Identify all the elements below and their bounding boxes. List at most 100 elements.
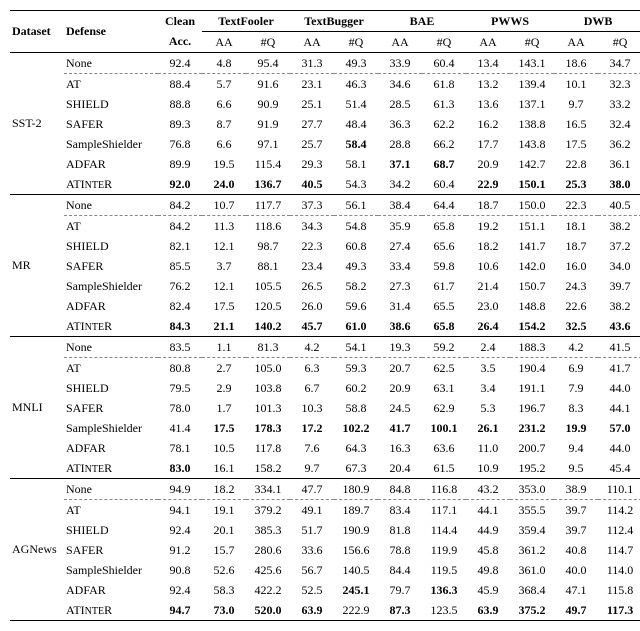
table-cell: 40.0 [554,560,598,580]
table-cell: SampleShielder [64,276,158,296]
table-cell: 16.2 [466,114,510,134]
table-cell: 49.3 [334,256,378,276]
table-cell: 23.4 [290,256,334,276]
table-cell: 33.4 [378,256,422,276]
table-cell: 65.8 [422,316,466,337]
table-cell: 18.7 [554,236,598,256]
table-cell: 112.4 [598,520,640,540]
table-cell: 20.7 [378,358,422,379]
table-row: ATINTER84.321.1140.245.761.038.665.826.4… [10,316,640,337]
table-cell: 66.2 [422,134,466,154]
table-cell: 116.8 [422,479,466,500]
table-cell: 44.9 [466,520,510,540]
table-cell: 84.3 [158,316,202,337]
table-cell: 32.3 [598,74,640,95]
table-cell: 84.2 [158,216,202,237]
sub-nq: #Q [422,32,466,53]
table-cell: 18.7 [466,195,510,216]
table-cell: 56.1 [334,195,378,216]
table-cell: 10.1 [554,74,598,95]
table-row: SAFER91.215.7280.633.6156.678.8119.945.8… [10,540,640,560]
table-cell: 9.5 [554,458,598,479]
col-dataset: Dataset [10,11,64,53]
table-cell: SHIELD [64,236,158,256]
table-cell: 76.8 [158,134,202,154]
table-cell: 94.9 [158,479,202,500]
table-row: MNLINone83.51.181.34.254.119.359.22.4188… [10,337,640,358]
table-cell: 61.0 [334,316,378,337]
table-cell: 151.1 [510,216,554,237]
table-cell: 19.3 [378,337,422,358]
table-row: SampleShielder76.86.697.125.758.428.866.… [10,134,640,154]
table-cell: 115.8 [598,580,640,600]
table-cell: 100.1 [422,418,466,438]
col-textfooler: TextFooler [202,11,290,32]
table-cell: SHIELD [64,94,158,114]
table-cell: 114.4 [422,520,466,540]
table-row: SAFER78.01.7101.310.358.824.562.95.3196.… [10,398,640,418]
table-cell: 38.9 [554,479,598,500]
table-cell: SampleShielder [64,560,158,580]
results-table: Dataset Defense Clean TextFooler TextBug… [10,10,640,621]
table-cell: 9.7 [554,94,598,114]
table-cell: 115.4 [246,154,290,174]
table-cell: 92.4 [158,53,202,74]
table-cell: 60.4 [422,174,466,195]
sub-nq: #Q [246,32,290,53]
table-row: ADFAR78.110.5117.87.664.316.363.611.0200… [10,438,640,458]
table-cell: 61.7 [422,276,466,296]
table-cell: 83.5 [158,337,202,358]
table-cell: 150.1 [510,174,554,195]
sub-aa: AA [378,32,422,53]
table-cell: 62.2 [422,114,466,134]
table-cell: 82.4 [158,296,202,316]
table-cell: 5.3 [466,398,510,418]
table-cell: 158.2 [246,458,290,479]
table-cell: 49.1 [290,500,334,521]
table-cell: 41.5 [598,337,640,358]
table-row: SHIELD92.420.1385.351.7190.981.8114.444.… [10,520,640,540]
table-cell: 54.3 [334,174,378,195]
table-cell: 143.8 [510,134,554,154]
table-cell: 9.4 [554,438,598,458]
table-cell: 43.6 [598,316,640,337]
table-cell: 6.9 [554,358,598,379]
table-cell: 139.4 [510,74,554,95]
table-cell: 95.4 [246,53,290,74]
table-cell: 18.6 [554,53,598,74]
table-cell: 83.4 [378,500,422,521]
table-row: SampleShielder90.852.6425.656.7140.584.4… [10,560,640,580]
table-cell: 49.7 [554,600,598,621]
table-cell: 361.0 [510,560,554,580]
table-cell: 80.8 [158,358,202,379]
table-cell: 40.8 [554,540,598,560]
table-cell: 10.5 [202,438,246,458]
table-cell: SHIELD [64,378,158,398]
table-cell: 51.4 [334,94,378,114]
table-cell: AT [64,500,158,521]
table-row: ADFAR82.417.5120.526.059.631.465.523.014… [10,296,640,316]
table-cell: 15.7 [202,540,246,560]
table-cell: 25.1 [290,94,334,114]
sub-aa: AA [202,32,246,53]
table-cell: 59.2 [422,337,466,358]
table-cell: 59.8 [422,256,466,276]
table-cell: 21.1 [202,316,246,337]
table-cell: 334.1 [246,479,290,500]
table-row: SHIELD82.112.198.722.360.827.465.618.214… [10,236,640,256]
table-cell: 89.9 [158,154,202,174]
table-cell: 67.3 [334,458,378,479]
table-cell: 16.3 [378,438,422,458]
dataset-name: MR [10,195,64,337]
table-cell: 114.7 [598,540,640,560]
table-cell: 89.3 [158,114,202,134]
table-cell: ATINTER [64,458,158,479]
table-cell: 94.1 [158,500,202,521]
table-cell: 12.1 [202,236,246,256]
table-cell: 57.0 [598,418,640,438]
table-cell: AT [64,216,158,237]
table-cell: 154.2 [510,316,554,337]
table-cell: 92.4 [158,520,202,540]
table-cell: 36.2 [598,134,640,154]
table-row: SAFER85.53.788.123.449.333.459.810.6142.… [10,256,640,276]
